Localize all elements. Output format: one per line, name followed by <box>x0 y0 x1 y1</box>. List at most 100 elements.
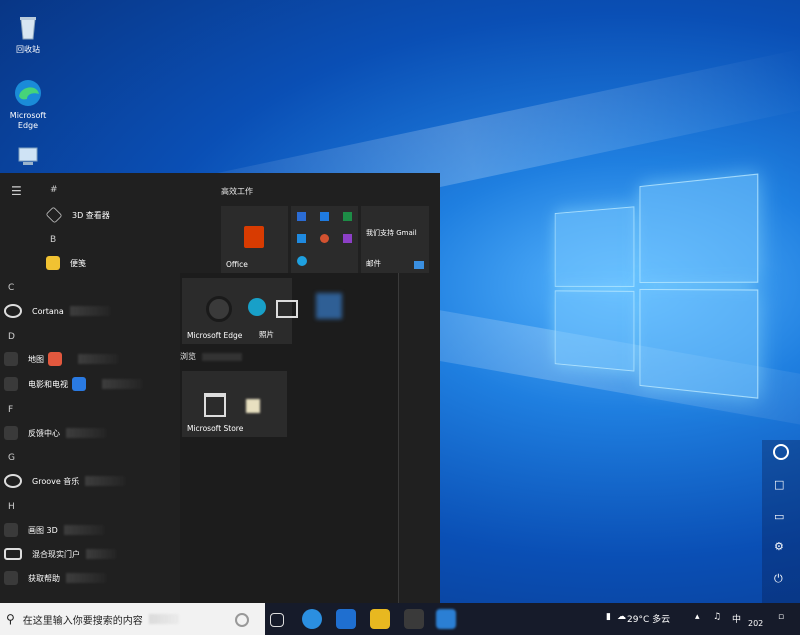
app-item-3d-viewer[interactable]: 3D 查看器 <box>45 205 216 225</box>
onedrive-icon <box>297 234 306 243</box>
taskbar: ⚲ 在这里输入你要搜索的内容 ▮ ☁ 29°C 多云 ▴ ♫ 中 202 ▫ <box>0 603 800 635</box>
edge-icon <box>206 296 232 322</box>
clock[interactable]: 202 <box>748 619 763 628</box>
app-item-groove-music[interactable]: Groove 音乐 <box>4 471 174 491</box>
edge-icon <box>13 78 43 108</box>
action-center-strip: □ ▭ ⚙ ⏻ <box>762 440 800 603</box>
search-icon: ⚲ <box>6 612 15 626</box>
section-header[interactable]: H <box>8 502 15 512</box>
recycle-bin-icon <box>13 12 43 42</box>
tile-microsoft-store[interactable]: Microsoft Store <box>182 371 287 437</box>
weather-text[interactable]: 29°C 多云 <box>627 612 670 625</box>
start-menu: ☰ # 3D 查看器 B 便笺 C Cortana D 地图 电影和电视 F 反… <box>0 173 440 603</box>
tile-label: Microsoft Edge <box>187 331 243 340</box>
tile-group-header[interactable]: 高效工作 <box>221 186 253 197</box>
section-header[interactable]: # <box>50 185 58 195</box>
app-label: 获取帮助 <box>28 573 60 583</box>
battery-icon[interactable]: ▮ <box>606 612 611 622</box>
onenote-icon <box>343 234 352 243</box>
task-view-icon[interactable] <box>270 613 284 627</box>
maps-icon <box>4 352 18 366</box>
mail-icon <box>414 261 424 269</box>
tile-label: Microsoft Store <box>187 424 244 433</box>
taskbar-app-icon[interactable] <box>404 609 424 629</box>
app-label: 便笺 <box>70 258 86 268</box>
paint3d-icon <box>4 523 18 537</box>
app-label: 反馈中心 <box>28 428 60 438</box>
app-item-cortana[interactable]: Cortana <box>4 301 174 321</box>
tile-blurred[interactable] <box>316 293 342 319</box>
desktop-icon-label: Microsoft Edge <box>9 111 47 130</box>
hamburger-icon[interactable]: ☰ <box>11 184 22 198</box>
power-icon[interactable]: ⏻ <box>774 572 783 586</box>
tile-group-header[interactable]: 浏览 <box>180 351 196 362</box>
tile-group-overlay: Microsoft Edge 照片 浏览 Microsoft Store <box>180 273 399 603</box>
cortana-button-icon[interactable] <box>235 613 249 627</box>
tile-label: 我们支持 Gmail <box>366 229 417 237</box>
section-header[interactable]: F <box>8 405 13 415</box>
notification-center-icon[interactable]: ▫ <box>778 612 784 622</box>
mail-taskbar-icon[interactable] <box>336 609 356 629</box>
skype-icon <box>297 256 307 266</box>
sticky-notes-icon <box>46 256 60 270</box>
cube-icon <box>45 206 63 224</box>
edge-taskbar-icon[interactable] <box>302 609 322 629</box>
app-item-sticky-notes[interactable]: 便笺 <box>46 253 216 273</box>
feedback-icon <box>4 426 18 440</box>
desktop-icon-label: 回收站 <box>16 45 40 54</box>
computer-icon <box>13 144 43 174</box>
document-icon[interactable]: □ <box>774 478 784 491</box>
desktop-icon-recycle-bin[interactable]: 回收站 <box>0 12 56 55</box>
office-icon <box>244 226 264 248</box>
photos-icon <box>276 300 298 318</box>
display-icon[interactable]: ▭ <box>774 510 784 523</box>
excel-icon <box>343 212 352 221</box>
volume-icon[interactable]: ♫ <box>713 612 721 622</box>
cortana-icon <box>4 304 22 318</box>
app-item-mixed-reality[interactable]: 混合现实门户 <box>4 544 174 564</box>
settings-icon[interactable]: ⚙ <box>774 540 784 553</box>
app-item-movies-tv[interactable]: 电影和电视 <box>4 374 174 394</box>
app-label: 电影和电视 <box>28 379 68 389</box>
app-label: 地图 <box>28 354 44 364</box>
network-icon[interactable]: ▴ <box>695 612 700 622</box>
notification-icon[interactable] <box>773 444 789 460</box>
tile-gmail[interactable]: 我们支持 Gmail 邮件 <box>361 206 429 273</box>
store-icon <box>204 393 226 417</box>
tile-office[interactable]: Office <box>221 206 288 273</box>
taskbar-app-icon[interactable] <box>436 609 456 629</box>
tile-label: 邮件 <box>366 259 381 268</box>
tile-label: Office <box>226 260 248 269</box>
outlook-icon <box>320 212 329 221</box>
section-header[interactable]: B <box>50 235 56 245</box>
help-icon <box>4 571 18 585</box>
section-header[interactable]: D <box>8 332 15 342</box>
app-list: ☰ # 3D 查看器 B 便笺 C Cortana D 地图 电影和电视 F 反… <box>0 173 175 603</box>
tile-label: 照片 <box>259 330 274 339</box>
app-label: 3D 查看器 <box>72 210 110 220</box>
app-label: 画图 3D <box>28 525 58 535</box>
app-label: Cortana <box>32 306 64 316</box>
search-placeholder: 在这里输入你要搜索的内容 <box>22 615 143 627</box>
word-icon <box>297 212 306 221</box>
taskbar-search-box[interactable]: ⚲ 在这里输入你要搜索的内容 <box>0 603 265 635</box>
store-taskbar-icon[interactable] <box>370 609 390 629</box>
blurred-app-icon <box>246 399 260 413</box>
powerpoint-icon <box>320 234 329 243</box>
tile-office-apps-folder[interactable] <box>291 206 358 273</box>
mixed-reality-icon <box>4 548 22 560</box>
windows-logo-wallpaper <box>554 172 770 399</box>
app-item-maps[interactable]: 地图 <box>4 349 174 369</box>
groove-icon <box>4 474 22 488</box>
movies-icon <box>4 377 18 391</box>
app-item-paint-3d[interactable]: 画图 3D <box>4 520 174 540</box>
ime-indicator[interactable]: 中 <box>732 612 741 625</box>
desktop-icon-edge[interactable]: Microsoft Edge <box>0 78 56 131</box>
weather-icon[interactable]: ☁ <box>617 612 626 622</box>
tile-photos[interactable]: 照片 <box>254 278 298 344</box>
app-item-feedback-hub[interactable]: 反馈中心 <box>4 423 174 443</box>
section-header[interactable]: C <box>8 283 14 293</box>
tile-header-blur <box>202 353 242 361</box>
section-header[interactable]: G <box>8 453 15 463</box>
app-item-get-help[interactable]: 获取帮助 <box>4 568 174 588</box>
